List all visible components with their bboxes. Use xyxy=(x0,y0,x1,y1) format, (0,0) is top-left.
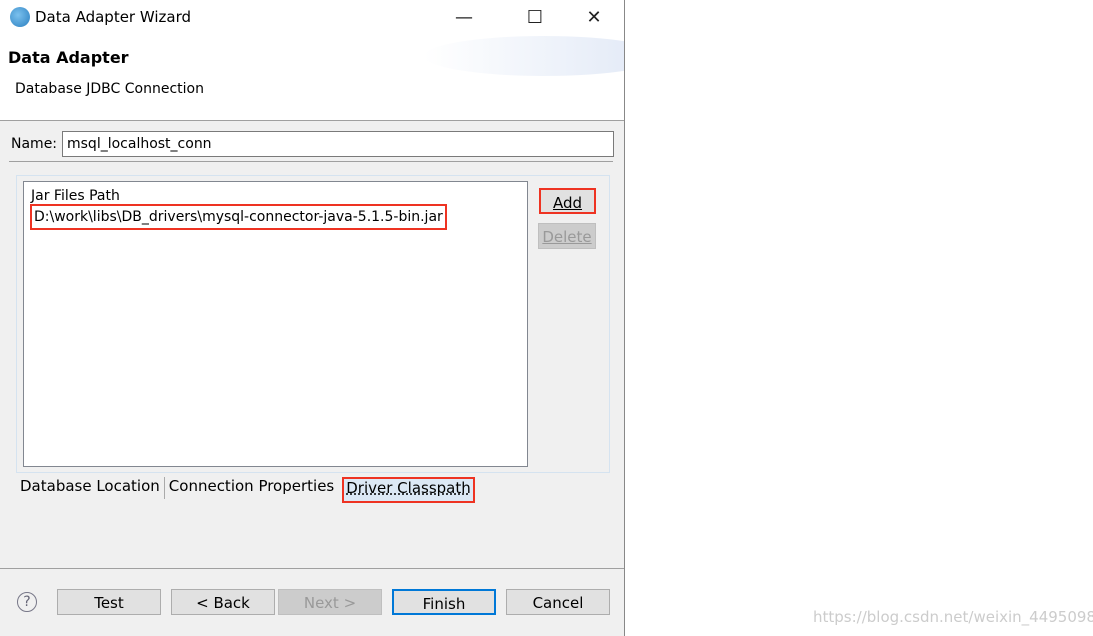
tab-bar: Database Location Connection Properties … xyxy=(20,477,479,503)
title-bar: Data Adapter Wizard — ☐ ✕ xyxy=(0,0,624,36)
wizard-window: Data Adapter Wizard — ☐ ✕ Data Adapter D… xyxy=(0,0,625,636)
app-icon xyxy=(10,7,30,27)
delete-button[interactable]: Delete xyxy=(538,223,596,249)
jar-files-list[interactable]: Jar Files Path D:\work\libs\DB_drivers\m… xyxy=(23,181,528,467)
help-icon[interactable]: ? xyxy=(17,592,37,612)
minimize-button[interactable]: — xyxy=(441,4,487,32)
name-input[interactable] xyxy=(62,131,614,157)
add-button[interactable]: Add xyxy=(539,188,596,214)
page-subtitle: Database JDBC Connection xyxy=(15,81,204,97)
name-label: Name: xyxy=(11,136,58,152)
column-header: Jar Files Path xyxy=(31,188,120,204)
maximize-button[interactable]: ☐ xyxy=(512,4,558,32)
divider xyxy=(0,568,624,569)
back-button[interactable]: < Back xyxy=(171,589,275,615)
page-title: Data Adapter xyxy=(8,48,129,67)
cancel-button[interactable]: Cancel xyxy=(506,589,610,615)
tab-connection-properties[interactable]: Connection Properties xyxy=(169,477,338,499)
watermark: https://blog.csdn.net/weixin_44950987 xyxy=(813,608,1093,626)
tab-database-location[interactable]: Database Location xyxy=(20,477,165,499)
wizard-header: Data Adapter Database JDBC Connection xyxy=(0,36,624,121)
tab-driver-classpath[interactable]: Driver Classpath xyxy=(342,477,475,503)
list-item[interactable]: D:\work\libs\DB_drivers\mysql-connector-… xyxy=(30,204,447,230)
window-title: Data Adapter Wizard xyxy=(35,8,192,26)
divider xyxy=(9,161,613,162)
header-decoration xyxy=(424,36,624,76)
test-button[interactable]: Test xyxy=(57,589,161,615)
finish-button[interactable]: Finish xyxy=(392,589,496,615)
close-button[interactable]: ✕ xyxy=(571,4,617,32)
next-button[interactable]: Next > xyxy=(278,589,382,615)
